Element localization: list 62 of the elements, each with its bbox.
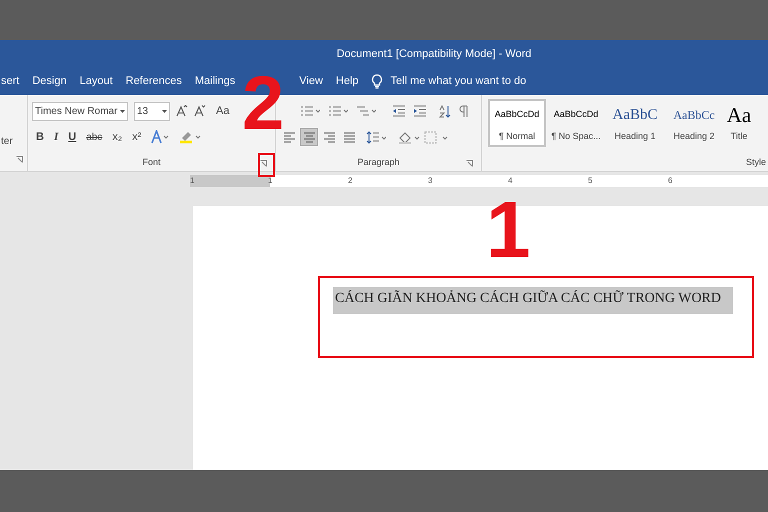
ribbon-tab[interactable]: Help	[336, 73, 359, 90]
group-label: Paragraph	[357, 156, 400, 169]
ribbon-tab[interactable]: Mailings	[194, 73, 236, 90]
shading-icon[interactable]	[398, 130, 420, 144]
ruler-number: 3	[428, 177, 432, 185]
style-gallery-item[interactable]: AaBbCc Heading 2	[665, 99, 723, 147]
dropdown-arrow-icon	[120, 110, 125, 112]
format-button[interactable]: B	[36, 128, 44, 146]
group-label: Font	[142, 156, 160, 168]
multilevel-list-icon[interactable]	[356, 105, 376, 117]
ruler-number: 1	[190, 177, 194, 185]
increase-indent-icon[interactable]	[413, 105, 426, 117]
shrink-font-icon[interactable]	[194, 105, 206, 117]
dialog-launcher-icon[interactable]	[260, 160, 267, 167]
sort-icon[interactable]	[438, 104, 451, 118]
alignment-icon	[302, 132, 316, 142]
ribbon-tab[interactable]: Layout	[80, 73, 113, 90]
highlighter-icon[interactable]	[179, 130, 202, 144]
group-label: Style	[746, 156, 766, 169]
alignment-icon	[322, 132, 336, 142]
ruler-number: 5	[588, 177, 592, 185]
font-size-dropdown[interactable]: 13	[134, 102, 170, 120]
format-button[interactable]: U	[68, 128, 76, 146]
format-button[interactable]: I	[54, 128, 58, 146]
font-name-dropdown[interactable]: Times New Romar	[32, 102, 128, 120]
ribbon-tab[interactable]: View	[299, 73, 323, 90]
window-title: Document1 [Compatibility Mode] - Word	[336, 46, 532, 62]
numbering-icon[interactable]	[328, 105, 348, 117]
pilcrow-icon[interactable]	[459, 105, 468, 117]
style-gallery-item[interactable]: Aa Title	[724, 99, 754, 147]
alignment-icon	[342, 132, 356, 142]
ribbon-tab[interactable]: Design	[32, 73, 67, 90]
ruler-number: 2	[348, 177, 352, 185]
tell-me-search[interactable]: Tell me what you want to do	[390, 73, 526, 90]
align-button[interactable]	[300, 128, 318, 146]
dialog-launcher-icon[interactable]	[16, 156, 23, 163]
style-gallery-item[interactable]: AaBbCcDd ¶ No Spac...	[547, 99, 605, 147]
style-gallery-item[interactable]: AaBbC Heading 1	[606, 99, 664, 147]
format-button[interactable]: x²	[132, 128, 142, 146]
text-effects-icon[interactable]	[151, 130, 170, 144]
document-heading: CÁCH GIÃN KHOẢNG CÁCH GIỮA CÁC CHỮ TRONG WORD	[333, 287, 734, 314]
alignment-icon	[282, 132, 296, 142]
ruler-number: 6	[668, 177, 672, 185]
bullets-icon[interactable]	[300, 105, 320, 117]
ribbon-tab[interactable]: sert	[1, 73, 20, 90]
annotation-frame	[258, 153, 275, 177]
dropdown-arrow-icon	[162, 110, 167, 112]
borders-icon[interactable]	[424, 130, 448, 144]
format-button[interactable]: abc	[86, 130, 102, 144]
format-button[interactable]: x₂	[112, 128, 122, 146]
annotation-number: 1	[486, 190, 530, 270]
grow-font-icon[interactable]	[176, 105, 188, 117]
format-painter-label[interactable]: ter	[1, 134, 27, 149]
dialog-launcher-icon[interactable]	[466, 160, 473, 167]
ribbon-tab[interactable]: References	[126, 73, 182, 90]
style-gallery-item[interactable]: AaBbCcDd ¶ Normal	[488, 99, 546, 147]
decrease-indent-icon[interactable]	[392, 105, 405, 117]
ruler-number: 1	[268, 177, 272, 185]
lightbulb-icon	[370, 74, 383, 89]
ruler-number: 4	[508, 177, 512, 185]
change-case-button[interactable]: Aa	[216, 102, 230, 120]
line-spacing-icon[interactable]	[366, 130, 386, 144]
